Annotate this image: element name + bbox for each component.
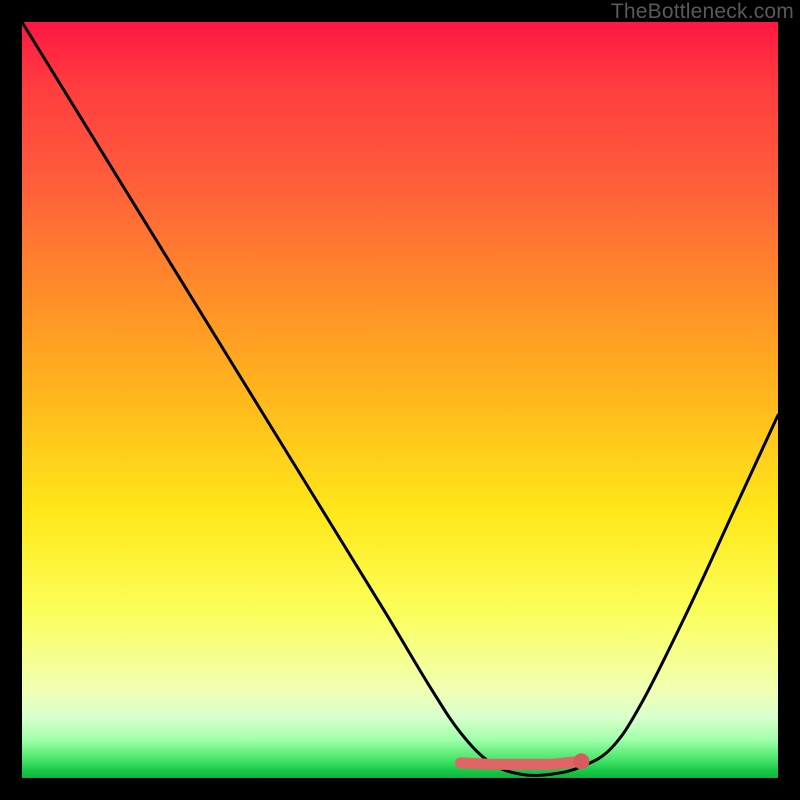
chart-frame: TheBottleneck.com (0, 0, 800, 800)
flat-marker-endpoint (573, 753, 589, 769)
flat-marker-line (460, 761, 581, 764)
plot-area (22, 22, 778, 778)
curve-svg (22, 22, 778, 778)
watermark-text: TheBottleneck.com (611, 0, 794, 24)
bottleneck-curve (22, 22, 778, 776)
